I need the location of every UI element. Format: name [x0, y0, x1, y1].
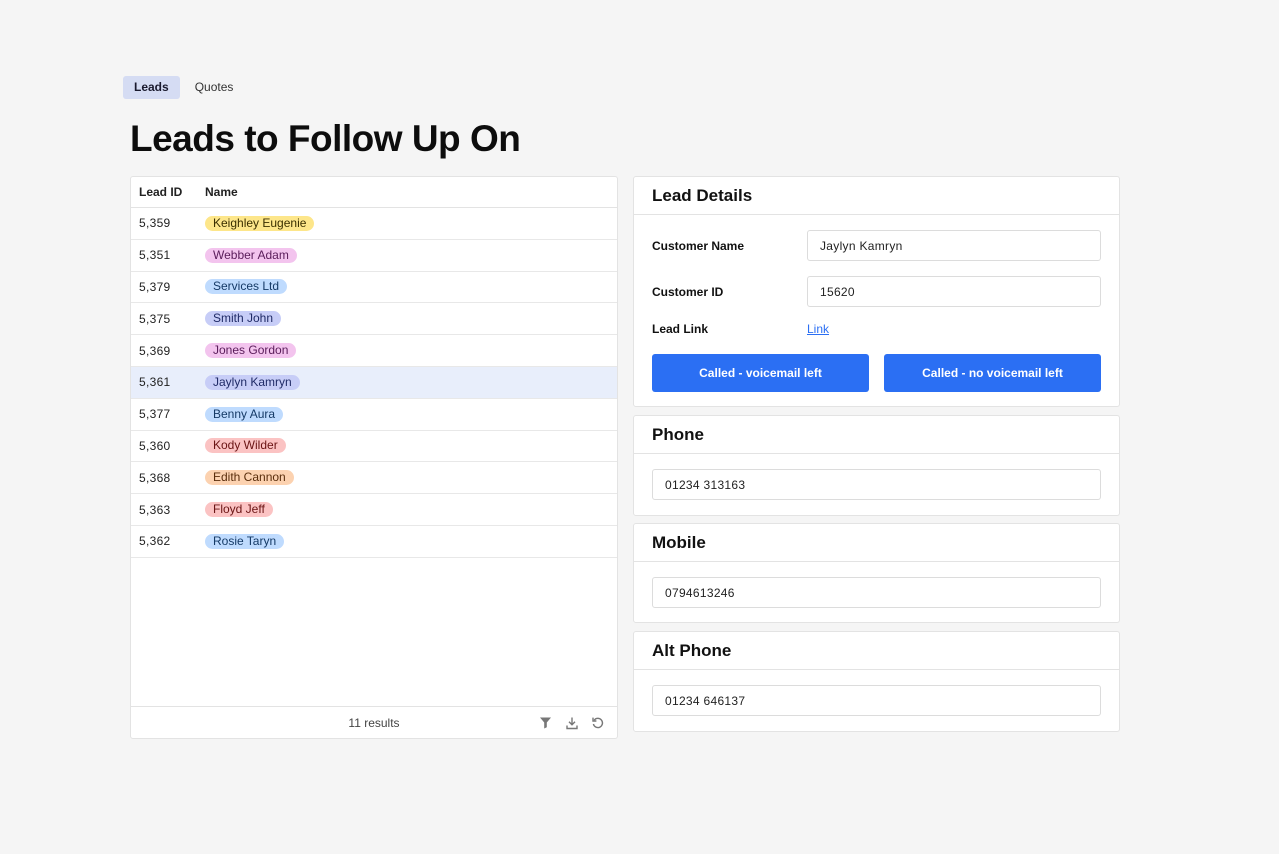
- lead-id-cell: 5,369: [139, 343, 171, 358]
- name-tag: Floyd Jeff: [205, 502, 273, 518]
- alt-phone-title: Alt Phone: [634, 632, 1119, 670]
- lead-id-cell: 5,351: [139, 248, 171, 263]
- customer-id-input[interactable]: [807, 276, 1101, 307]
- lead-id-cell: 5,379: [139, 279, 171, 294]
- customer-name-row: Customer Name: [652, 230, 1101, 261]
- tab-bar: Leads Quotes: [123, 76, 244, 99]
- table-row[interactable]: 5,379 Services Ltd: [131, 272, 617, 304]
- column-header-name[interactable]: Name: [205, 185, 617, 199]
- table-row[interactable]: 5,375 Smith John: [131, 303, 617, 336]
- lead-link-row: Lead Link Link: [652, 315, 1101, 343]
- lead-id-cell: 5,359: [139, 216, 171, 231]
- lead-id-cell: 5,362: [139, 534, 171, 549]
- mobile-panel: Mobile: [633, 523, 1120, 623]
- column-header-lead-id[interactable]: Lead ID: [131, 185, 205, 199]
- download-icon[interactable]: [564, 715, 579, 730]
- lead-id-cell: 5,361: [139, 375, 171, 390]
- table-row[interactable]: 5,368 Edith Cannon: [131, 462, 617, 495]
- table-row[interactable]: 5,377 Benny Aura: [131, 399, 617, 431]
- name-cell: Jones Gordon: [205, 343, 617, 359]
- lead-link[interactable]: Link: [807, 322, 829, 336]
- table-row[interactable]: 5,360 Kody Wilder: [131, 431, 617, 463]
- table-row[interactable]: 5,361 Jaylyn Kamryn: [131, 366, 617, 399]
- lead-id-cell: 5,368: [139, 470, 171, 485]
- name-tag: Webber Adam: [205, 247, 297, 263]
- name-tag: Edith Cannon: [205, 470, 294, 486]
- name-cell: Kody Wilder: [205, 438, 617, 454]
- mobile-input[interactable]: [652, 577, 1101, 608]
- lead-details-panel: Lead Details Customer Name Customer ID L…: [633, 176, 1120, 407]
- name-cell: Webber Adam: [205, 247, 617, 263]
- name-tag: Jaylyn Kamryn: [205, 374, 300, 390]
- table-row[interactable]: 5,362 Rosie Taryn: [131, 526, 617, 558]
- phone-input[interactable]: [652, 469, 1101, 500]
- table-row[interactable]: 5,351 Webber Adam: [131, 240, 617, 272]
- customer-id-label: Customer ID: [652, 284, 724, 299]
- results-count: 11 results: [348, 715, 400, 730]
- leads-table: Lead ID Name 5,359 Keighley Eugenie 5,351 W…: [130, 176, 618, 739]
- filter-icon[interactable]: [538, 715, 553, 730]
- refresh-icon[interactable]: [590, 715, 605, 730]
- lead-id-cell: 5,360: [139, 438, 171, 453]
- customer-id-row: Customer ID: [652, 276, 1101, 307]
- table-row[interactable]: 5,363 Floyd Jeff: [131, 494, 617, 526]
- lead-id-cell: 5,363: [139, 502, 171, 517]
- table-body: 5,359 Keighley Eugenie 5,351 Webber Adam 5,3…: [131, 208, 617, 558]
- table-header: Lead ID Name: [131, 177, 617, 208]
- name-tag: Benny Aura: [205, 406, 284, 422]
- name-cell: Keighley Eugenie: [205, 215, 617, 231]
- name-cell: Floyd Jeff: [205, 502, 617, 518]
- tab-leads[interactable]: Leads: [123, 76, 180, 99]
- table-row[interactable]: 5,359 Keighley Eugenie: [131, 208, 617, 240]
- alt-phone-input[interactable]: [652, 685, 1101, 716]
- alt-phone-panel: Alt Phone: [633, 631, 1120, 732]
- table-footer: 11 results: [131, 706, 617, 738]
- name-cell: Jaylyn Kamryn: [205, 374, 617, 390]
- name-cell: Smith John: [205, 311, 617, 327]
- name-tag: Services Ltd: [205, 279, 288, 295]
- name-cell: Rosie Taryn: [205, 533, 617, 549]
- table-row[interactable]: 5,369 Jones Gordon: [131, 335, 617, 367]
- name-cell: Benny Aura: [205, 406, 617, 422]
- page-title: Leads to Follow Up On: [130, 118, 521, 159]
- called-voicemail-left-button[interactable]: Called - voicemail left: [652, 354, 869, 392]
- name-tag: Keighley Eugenie: [205, 215, 315, 231]
- phone-panel: Phone: [633, 415, 1120, 516]
- name-cell: Services Ltd: [205, 279, 617, 295]
- lead-id-cell: 5,375: [139, 311, 171, 326]
- name-tag: Jones Gordon: [205, 343, 297, 359]
- mobile-title: Mobile: [634, 524, 1119, 562]
- phone-title: Phone: [634, 416, 1119, 454]
- called-no-voicemail-left-button[interactable]: Called - no voicemail left: [884, 354, 1101, 392]
- customer-name-input[interactable]: [807, 230, 1101, 261]
- name-cell: Edith Cannon: [205, 470, 617, 486]
- lead-details-title: Lead Details: [634, 177, 1119, 215]
- tab-quotes[interactable]: Quotes: [184, 76, 245, 99]
- name-tag: Kody Wilder: [205, 438, 286, 454]
- name-tag: Rosie Taryn: [205, 533, 285, 549]
- lead-id-cell: 5,377: [139, 407, 171, 422]
- name-tag: Smith John: [205, 311, 282, 327]
- customer-name-label: Customer Name: [652, 238, 745, 253]
- lead-link-label: Lead Link: [652, 322, 709, 336]
